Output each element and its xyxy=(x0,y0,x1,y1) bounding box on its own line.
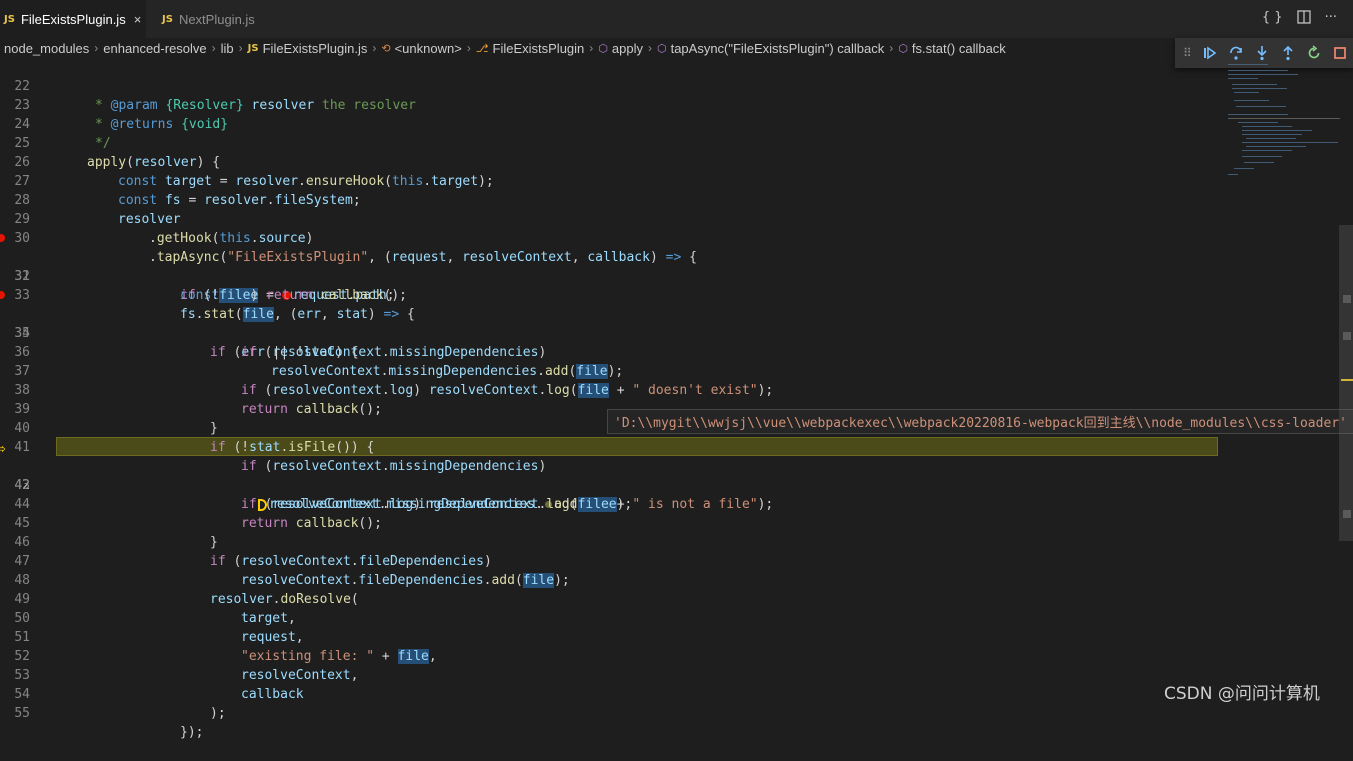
method-icon: ⬡ xyxy=(898,41,908,55)
debug-hover-value: 'D:\\mygit\\wwjsj\\vue\\webpackexec\\web… xyxy=(607,409,1353,434)
code-line: 31 const file = request.path; xyxy=(0,229,1340,303)
code-line: 36 resolveContext.missingDependencies.ad… xyxy=(0,324,1340,379)
chevron-right-icon: › xyxy=(647,41,652,55)
breadcrumb-item[interactable]: node_modules xyxy=(4,41,89,56)
scrollbar-marker xyxy=(1343,332,1351,340)
code-line: 34 if (err || !stat) { xyxy=(0,286,1340,360)
line-number: 55 xyxy=(14,706,30,721)
code-line: 27 const fs = resolver.fileSystem; xyxy=(0,153,1340,208)
code-line: 47 resolveContext.fileDependencies.add(f… xyxy=(0,533,1340,588)
code-line: 32 if (!file) return callback(); xyxy=(0,248,1340,303)
code-line: 30 .tapAsync("FileExistsPlugin", (reques… xyxy=(0,210,1340,265)
breadcrumb-item[interactable]: ⬡ apply xyxy=(598,41,643,56)
more-actions-icon[interactable]: ··· xyxy=(1325,10,1337,28)
code-line: 28 resolver xyxy=(0,172,1340,227)
method-icon: ⬡ xyxy=(656,41,667,55)
code-line: 26 const target = resolver.ensureHook(th… xyxy=(0,134,1340,189)
watermark: CSDN @问问计算机 xyxy=(1164,684,1320,704)
code-line: 22 * @param {Resolver} resolver the reso… xyxy=(0,58,1340,113)
breakpoint-icon[interactable] xyxy=(0,234,5,242)
breadcrumb-item[interactable]: ⟲ <unknown> xyxy=(381,41,461,56)
code-line: 45 } xyxy=(0,495,1340,550)
code-line: 54 ); xyxy=(0,666,1340,721)
breakpoint-icon[interactable] xyxy=(0,291,5,299)
code-line: 43 if (resolveContext.log) resolveContex… xyxy=(0,457,1340,512)
code-line: 39 } xyxy=(0,381,1340,436)
scrollbar-current-line-marker xyxy=(1341,379,1353,381)
js-file-icon: JS xyxy=(4,13,15,25)
breadcrumb-item[interactable]: ⬡ fs.stat() callback xyxy=(898,41,1006,56)
tab-label: FileExistsPlugin.js xyxy=(20,11,126,27)
tab-label: NextPlugin.js xyxy=(178,11,255,27)
chevron-right-icon: › xyxy=(94,41,99,55)
split-editor-icon[interactable] xyxy=(1296,10,1311,28)
code-line: 48 resolver.doResolve( xyxy=(0,552,1340,607)
code-line: 51 "existing file: " + file, xyxy=(0,609,1340,664)
code-line: 53 callback xyxy=(0,647,1340,702)
close-icon[interactable]: × xyxy=(134,12,142,27)
tab-nextplugin[interactable]: JS NextPlugin.js xyxy=(158,0,268,38)
chevron-right-icon: › xyxy=(211,41,216,55)
tab-fileexistsplugin[interactable]: JS FileExistsPlugin.js × xyxy=(0,0,146,38)
code-line: 44 return callback(); xyxy=(0,476,1340,531)
breadcrumb-item[interactable]: JS FileExistsPlugin.js xyxy=(248,41,368,56)
breadcrumb-item[interactable]: ⎇ FileExistsPlugin xyxy=(476,41,584,56)
editor-tab-bar: JS FileExistsPlugin.js × JS NextPlugin.j… xyxy=(0,0,1353,38)
code-line: 23 * @returns {void} xyxy=(0,77,1340,132)
code-line: 46 if (resolveContext.fileDependencies) xyxy=(0,514,1340,569)
code-line-current: ⇨ 42 resolveContext.missingDependencies.… xyxy=(0,438,1340,512)
breadcrumb-item[interactable]: enhanced-resolve xyxy=(103,41,206,56)
code-line: 37 if (resolveContext.log) resolveContex… xyxy=(0,343,1340,398)
breadcrumb: node_modules › enhanced-resolve › lib › … xyxy=(0,38,1353,58)
code-line: 50 request, xyxy=(0,590,1340,645)
breadcrumb-item[interactable]: lib xyxy=(221,41,234,56)
code-line: 52 resolveContext, xyxy=(0,628,1340,683)
code-line: 33 fs.stat(file, (err, stat) => { xyxy=(0,267,1340,322)
breadcrumb-item[interactable]: ⬡ tapAsync("FileExistsPlugin") callback xyxy=(657,41,884,56)
scrollbar-marker xyxy=(1343,295,1351,303)
chevron-right-icon: › xyxy=(372,41,377,55)
class-icon: ⎇ xyxy=(475,41,489,55)
method-icon: ⬡ xyxy=(598,41,608,55)
braces-icon[interactable]: { } xyxy=(1262,10,1283,28)
js-file-icon: JS xyxy=(247,42,259,54)
code-line: 38 return callback(); xyxy=(0,362,1340,417)
chevron-right-icon: › xyxy=(466,41,471,55)
unknown-symbol-icon: ⟲ xyxy=(381,41,391,55)
chevron-right-icon: › xyxy=(589,41,594,55)
chevron-right-icon: › xyxy=(238,41,243,55)
code-line: 24 */ xyxy=(0,96,1340,151)
code-line: 55 }); xyxy=(0,685,1340,740)
code-line: 49 target, xyxy=(0,571,1340,626)
code-line: 35 if (resolveContext.missingDependencie… xyxy=(0,305,1340,360)
vertical-scrollbar[interactable] xyxy=(1339,225,1353,541)
minimap[interactable] xyxy=(1220,60,1340,180)
editor-actions: { } ··· xyxy=(1262,10,1337,28)
code-editor[interactable]: 22 * @param {Resolver} resolver the reso… xyxy=(0,58,1353,740)
js-file-icon: JS xyxy=(162,13,173,25)
chevron-right-icon: › xyxy=(889,41,894,55)
scrollbar-marker xyxy=(1343,510,1351,518)
code-line: 25 apply(resolver) { xyxy=(0,115,1340,170)
code-line: 29 .getHook(this.source) xyxy=(0,191,1340,246)
